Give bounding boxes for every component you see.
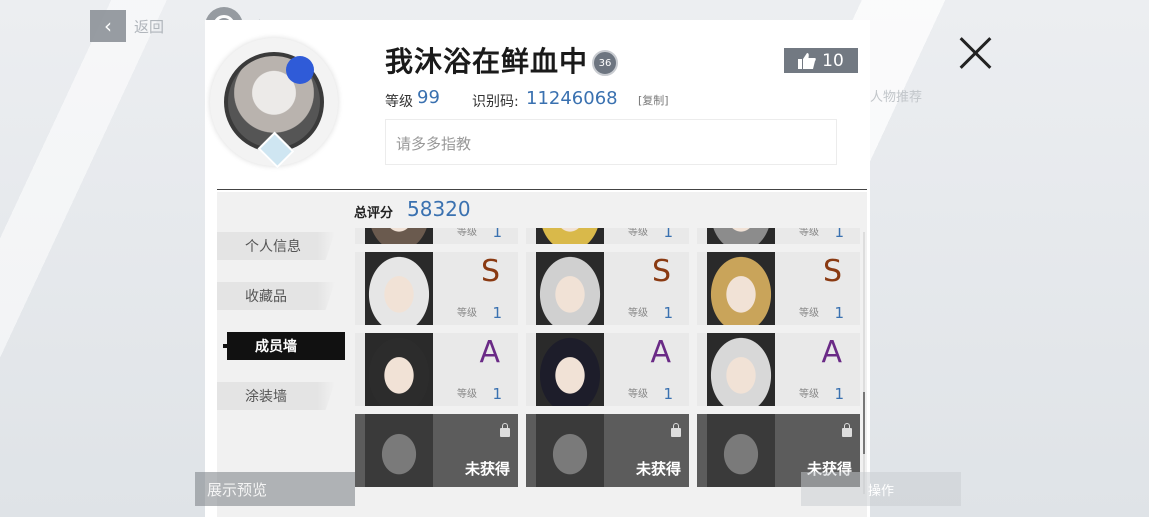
member-level-value: 1 bbox=[492, 304, 502, 322]
member-card[interactable]: 等级 1 bbox=[526, 228, 689, 244]
member-card-locked[interactable]: 未获得 bbox=[526, 414, 689, 487]
member-level-label: 等级 bbox=[799, 308, 819, 319]
sidebar-item-member-wall[interactable]: 成员墙 bbox=[227, 332, 345, 360]
sidebar-item-personal-info[interactable]: 个人信息 bbox=[217, 232, 335, 260]
background-hint-text: 人物推荐 bbox=[870, 90, 923, 105]
member-portrait bbox=[707, 252, 775, 325]
member-card-locked[interactable]: 未获得 bbox=[355, 414, 518, 487]
member-portrait bbox=[365, 252, 433, 325]
uid-value: 11246068 bbox=[526, 88, 618, 109]
sidebar-item-label: 个人信息 bbox=[245, 239, 301, 255]
back-button[interactable]: ‹ 返回 bbox=[90, 10, 164, 42]
member-level-value: 1 bbox=[663, 385, 673, 403]
member-portrait bbox=[536, 333, 604, 406]
rose-icon bbox=[286, 56, 314, 84]
action-button[interactable]: 操作 bbox=[801, 472, 961, 506]
sidebar-item-label: 涂装墙 bbox=[245, 389, 287, 405]
sidebar-item-label: 成员墙 bbox=[255, 339, 297, 355]
member-rank: S bbox=[651, 254, 671, 289]
member-card[interactable]: S 等级 1 bbox=[526, 252, 689, 325]
member-level-value: 1 bbox=[492, 228, 502, 241]
member-portrait bbox=[536, 252, 604, 325]
not-obtained-label: 未获得 bbox=[464, 460, 510, 478]
thumbs-up-icon bbox=[798, 52, 816, 69]
member-portrait bbox=[365, 414, 433, 487]
copy-uid-button[interactable]: [复制] bbox=[638, 92, 669, 108]
scrollbar-thumb[interactable] bbox=[863, 392, 865, 454]
member-rank: A bbox=[650, 335, 671, 370]
like-button[interactable]: 10 bbox=[784, 48, 858, 73]
member-level-value: 1 bbox=[834, 228, 844, 241]
uid-label: 识别码: bbox=[472, 94, 519, 110]
member-portrait bbox=[365, 333, 433, 406]
level-label: 等级 bbox=[385, 94, 413, 110]
section-divider bbox=[217, 189, 867, 190]
member-level-label: 等级 bbox=[457, 228, 477, 238]
member-portrait bbox=[536, 228, 604, 244]
not-obtained-label: 未获得 bbox=[635, 460, 681, 478]
avatar[interactable] bbox=[210, 38, 338, 169]
scrollbar-track[interactable] bbox=[863, 232, 865, 494]
signature-field[interactable]: 请多多指教 bbox=[385, 119, 837, 165]
member-level-label: 等级 bbox=[799, 389, 819, 400]
member-grid: 等级 1 等级 1 等级 1 S 等级 1 S 等级 1 S 等级 1 A 等级 1 A 等级 1 A 等级 1 未获得 未获得未… bbox=[355, 228, 863, 496]
sidebar-item-label: 收藏品 bbox=[245, 289, 287, 305]
member-portrait bbox=[707, 414, 775, 487]
member-card[interactable]: S 等级 1 bbox=[697, 252, 860, 325]
member-rank: S bbox=[822, 254, 842, 289]
member-level-value: 1 bbox=[663, 228, 673, 241]
member-level-value: 1 bbox=[663, 304, 673, 322]
member-card[interactable]: A 等级 1 bbox=[526, 333, 689, 406]
sidebar-item-collection[interactable]: 收藏品 bbox=[217, 282, 335, 310]
lock-icon bbox=[500, 423, 510, 437]
total-score-label: 总评分 bbox=[354, 206, 394, 221]
chevron-left-icon: ‹ bbox=[90, 10, 126, 42]
preview-button[interactable]: 展示预览 bbox=[195, 472, 355, 506]
member-level-label: 等级 bbox=[628, 308, 648, 319]
lock-icon bbox=[842, 423, 852, 437]
member-portrait bbox=[707, 228, 775, 244]
back-label: 返回 bbox=[134, 17, 165, 36]
member-rank: S bbox=[480, 254, 500, 289]
member-card[interactable]: 等级 1 bbox=[355, 228, 518, 244]
member-card[interactable]: 等级 1 bbox=[697, 228, 860, 244]
close-icon[interactable] bbox=[958, 36, 994, 70]
member-rank: A bbox=[821, 335, 842, 370]
level-value: 99 bbox=[417, 87, 440, 108]
sidebar-item-skin-wall[interactable]: 涂装墙 bbox=[217, 382, 335, 410]
lock-icon bbox=[671, 423, 681, 437]
player-name: 我沐浴在鲜血中 bbox=[385, 45, 589, 78]
active-indicator bbox=[223, 344, 227, 348]
member-portrait bbox=[707, 333, 775, 406]
member-level-label: 等级 bbox=[457, 389, 477, 400]
member-card[interactable]: S 等级 1 bbox=[355, 252, 518, 325]
member-level-label: 等级 bbox=[628, 389, 648, 400]
total-score-value: 58320 bbox=[407, 197, 471, 221]
member-level-value: 1 bbox=[834, 385, 844, 403]
member-level-label: 等级 bbox=[799, 228, 819, 238]
rank-badge-icon: 36 bbox=[592, 50, 618, 76]
member-portrait bbox=[365, 228, 433, 244]
member-level-label: 等级 bbox=[457, 308, 477, 319]
member-portrait bbox=[536, 414, 604, 487]
member-card[interactable]: A 等级 1 bbox=[355, 333, 518, 406]
member-card[interactable]: A 等级 1 bbox=[697, 333, 860, 406]
like-count: 10 bbox=[822, 50, 844, 71]
member-level-value: 1 bbox=[834, 304, 844, 322]
member-level-value: 1 bbox=[492, 385, 502, 403]
member-level-label: 等级 bbox=[628, 228, 648, 238]
member-rank: A bbox=[479, 335, 500, 370]
